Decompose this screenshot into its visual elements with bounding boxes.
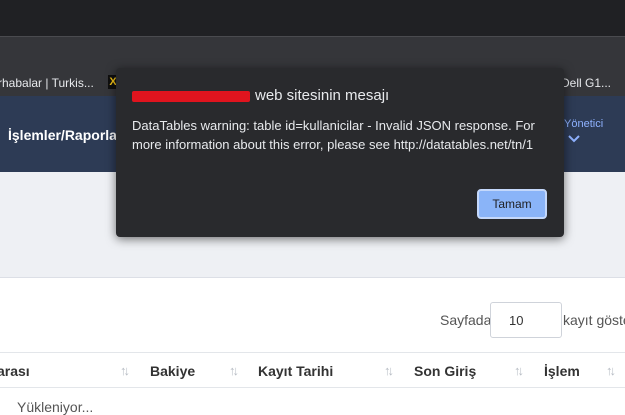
page-length-select[interactable]: 10 <box>490 302 562 338</box>
sort-icon[interactable]: ↑↓ <box>384 363 394 378</box>
ok-button[interactable]: Tamam <box>477 189 547 219</box>
redacted-site-name <box>132 90 250 102</box>
sort-icon[interactable]: ↑↓ <box>229 363 239 378</box>
column-header[interactable]: Kayıt Tarihi <box>258 363 333 379</box>
user-menu-label[interactable]: Yönetici <box>564 118 603 130</box>
length-prefix-label: Sayfada <box>440 312 492 328</box>
length-suffix-label: kayıt göste <box>563 312 625 328</box>
nav-menu-reports[interactable]: İşlemler/Raporlar <box>8 127 122 143</box>
dialog-title-text: web sitesinin mesajı <box>255 87 390 104</box>
table-loading-text: Yükleniyor... <box>17 399 94 415</box>
dialog-message: DataTables warning: table id=kullanicila… <box>132 118 535 152</box>
bookmark-item[interactable]: rhabalar | Turkis... <box>0 76 94 90</box>
column-header[interactable]: Son Giriş <box>414 363 476 379</box>
chevron-down-icon[interactable] <box>568 134 580 144</box>
bookmark-item[interactable]: Dell G1... <box>561 76 611 90</box>
browser-address-bar[interactable] <box>0 36 625 70</box>
alert-dialog: web sitesinin mesajı DataTables warning:… <box>116 68 564 237</box>
sort-icon[interactable]: ↑↓ <box>606 363 616 378</box>
column-header[interactable]: Bakiye <box>150 363 195 379</box>
dialog-title: web sitesinin mesajı <box>132 87 389 104</box>
column-header[interactable]: arası <box>0 363 30 379</box>
sort-icon[interactable]: ↑↓ <box>514 363 524 378</box>
table-header: arası ↑↓ Bakiye ↑↓ Kayıt Tarihi ↑↓ Son G… <box>0 352 625 388</box>
column-header[interactable]: İşlem <box>544 363 580 379</box>
sort-icon[interactable]: ↑↓ <box>120 363 130 378</box>
browser-tab-strip <box>0 0 625 36</box>
